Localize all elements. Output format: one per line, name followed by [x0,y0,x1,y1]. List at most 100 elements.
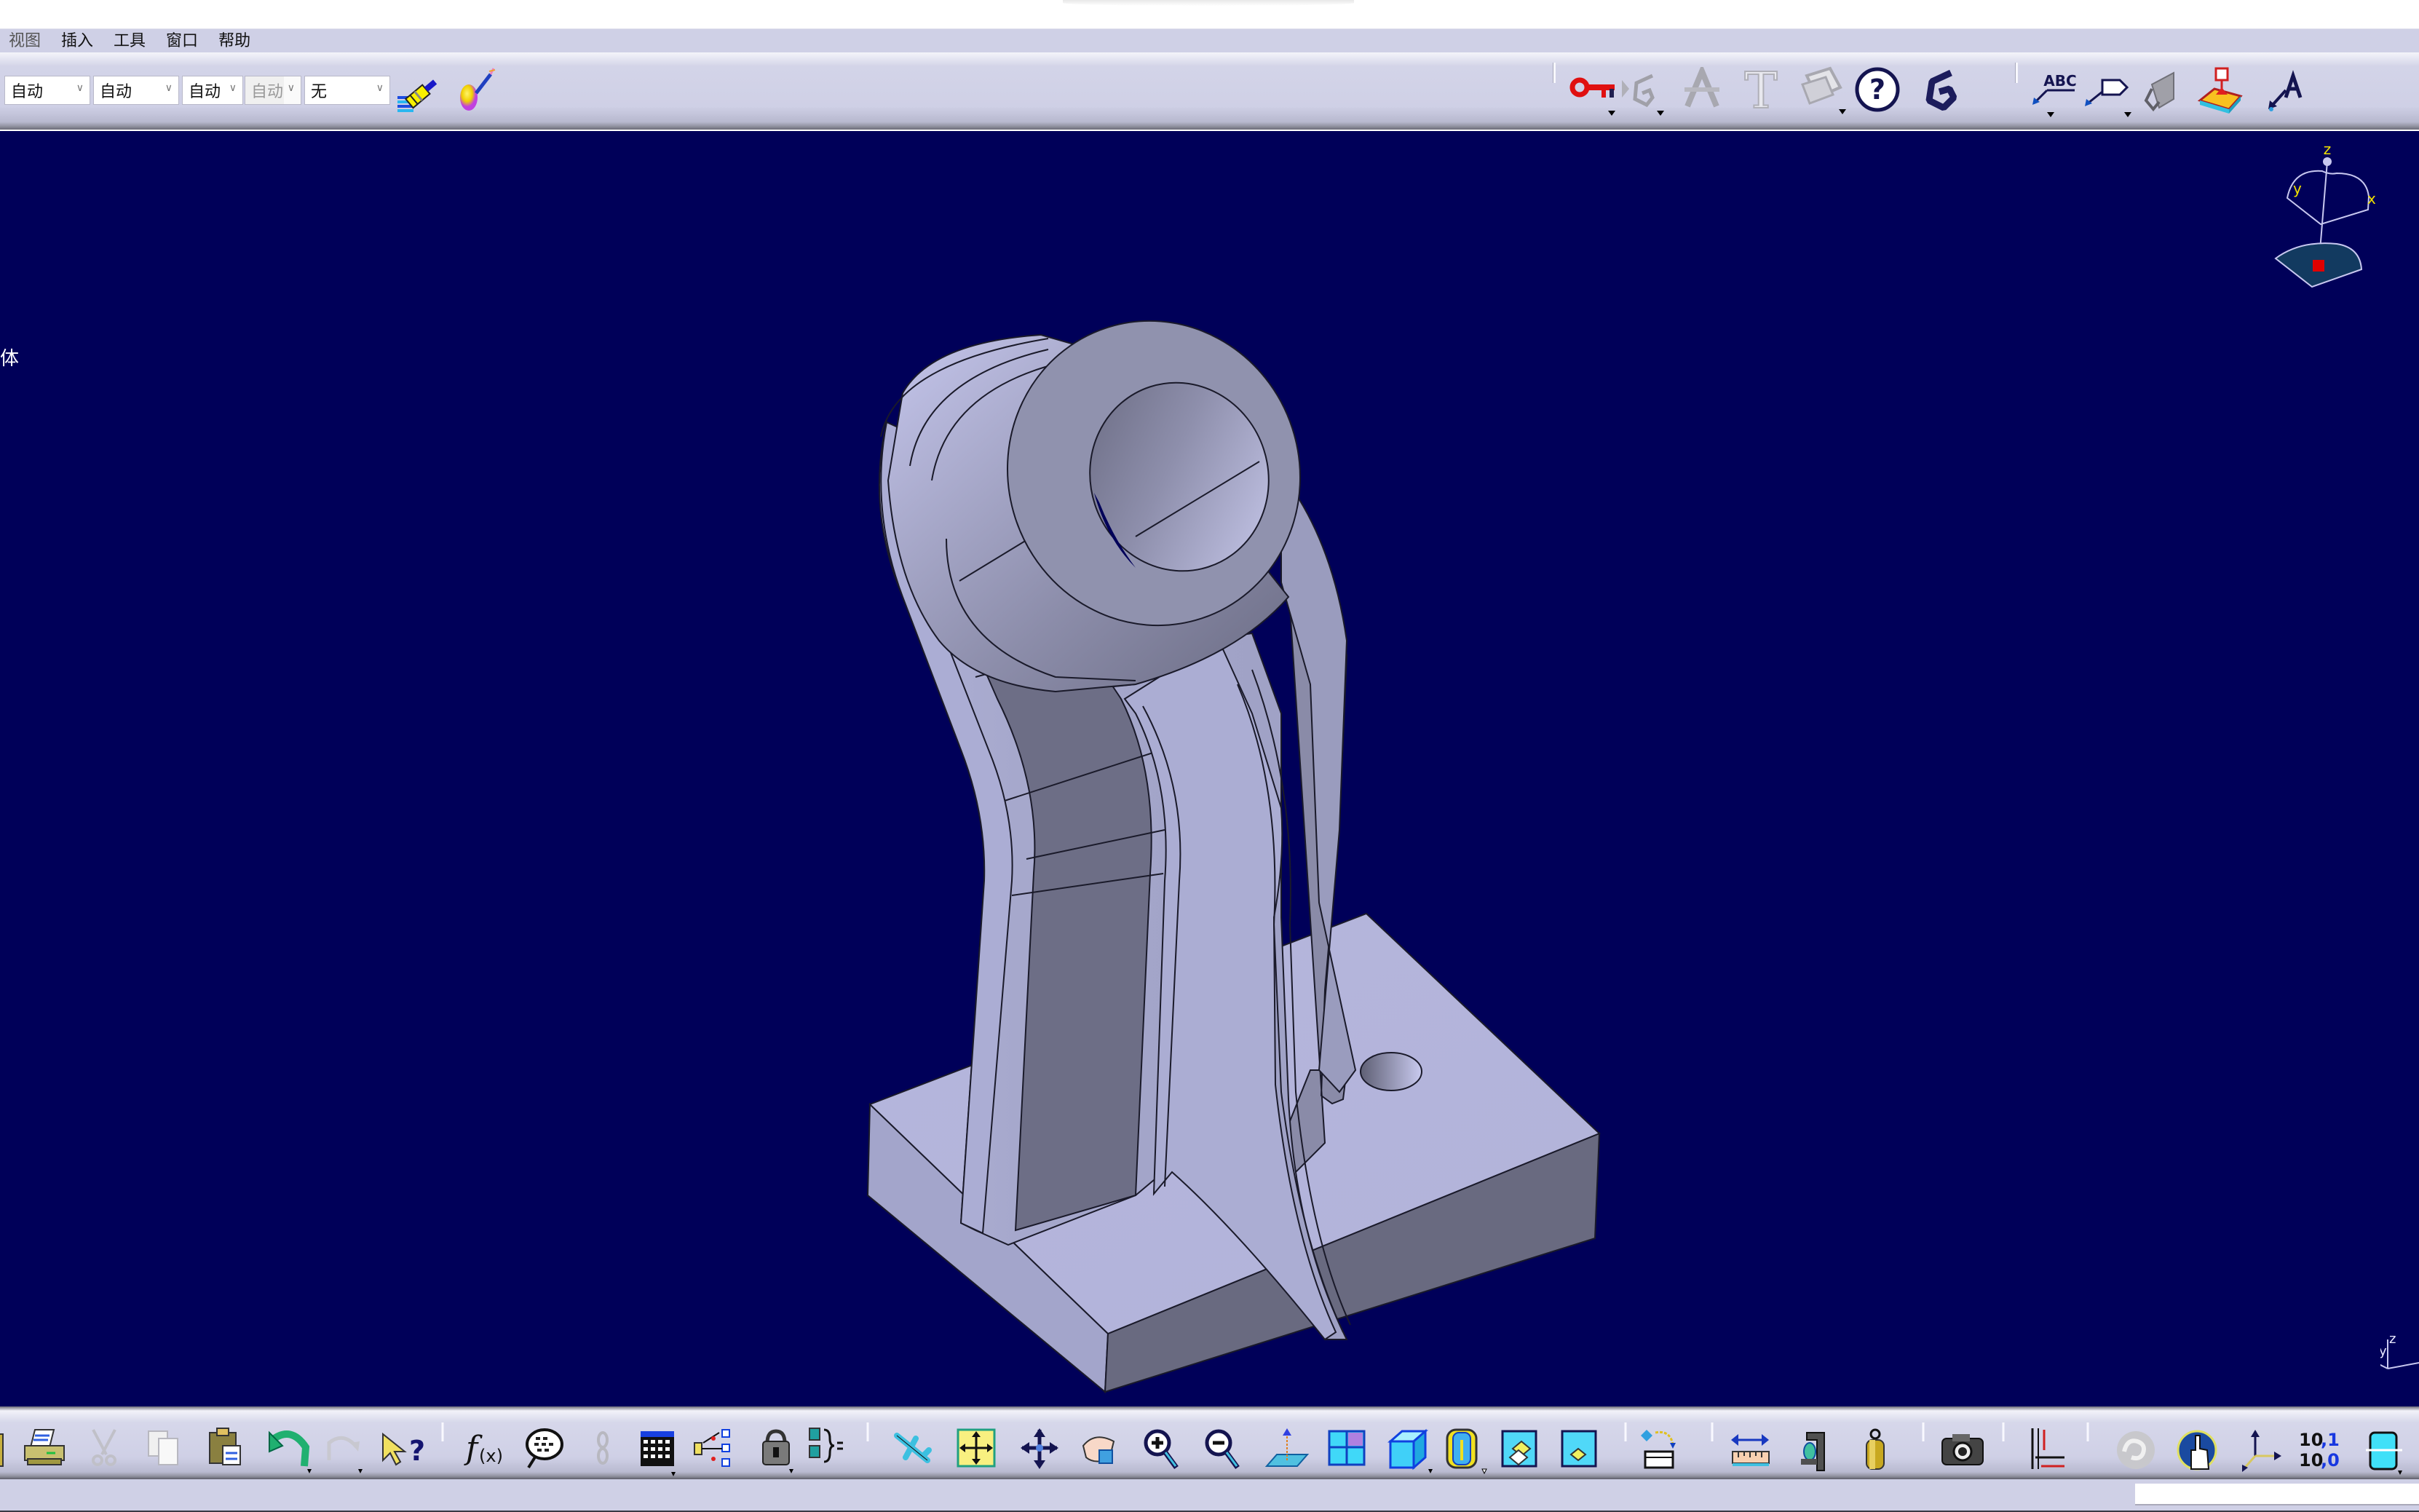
text-button: T [1738,66,1783,112]
painter-button[interactable] [396,70,441,114]
compass-origin-icon [2313,260,2324,272]
dropdown-arrow-icon [1839,109,1846,114]
menu-help[interactable]: 帮助 [208,29,261,53]
layer-combo[interactable]: 无 ∨ [304,76,390,105]
menu-view[interactable]: 视图 [0,29,51,53]
measure-between-icon[interactable] [1731,1434,1770,1466]
datum-feature-icon [2197,67,2243,114]
zoom-in-icon[interactable] [1144,1429,1179,1470]
axis-system-icon[interactable] [2242,1430,2281,1472]
apply-dress-up-icon[interactable] [2366,1431,2402,1475]
svg-text:y: y [2380,1344,2387,1359]
help-icon: ? [1855,67,1900,112]
whats-this-icon[interactable]: ? [382,1432,425,1467]
datum-feature-button[interactable] [2197,67,2245,115]
formula-icon[interactable]: f (x) [464,1430,503,1467]
color-combo[interactable]: 自动 ∨ [4,76,90,105]
units-icon[interactable]: 10,1 10,0 [2299,1430,2340,1471]
svg-text:ABC: ABC [2043,72,2076,90]
sketch-plane-icon [1801,66,1842,105]
zoom-out-icon[interactable] [1205,1429,1240,1470]
menu-insert[interactable]: 插入 [51,29,103,53]
text-icon: T [1743,66,1778,112]
knowledge-advisor-icon[interactable] [526,1428,563,1469]
scan-icon[interactable] [1641,1430,1676,1469]
pitch-button [1680,67,1724,111]
design-table-icon[interactable] [694,1429,730,1467]
bottom-toolbar: ? f (x) 10 ,1 10 ,0 [0,1406,2419,1479]
print-icon[interactable] [24,1429,65,1465]
iso-view-icon[interactable] [1387,1428,1433,1473]
svg-text:T: T [1744,66,1777,112]
capture-icon[interactable] [1941,1434,1984,1465]
fly-mode-icon[interactable] [894,1433,932,1463]
measure-item-icon[interactable] [1801,1432,1825,1471]
catalog-icon[interactable] [2117,1431,2155,1469]
sketch-plane-button [1800,66,1846,114]
layer-combo-value: 无 [311,83,328,101]
menu-window[interactable]: 窗口 [156,29,208,53]
chevron-down-icon: ∨ [165,82,173,94]
measure-inertia-icon[interactable] [1866,1428,1885,1470]
lock-icon[interactable] [762,1429,793,1473]
hide-show-icon[interactable] [1501,1430,1537,1468]
table-icon[interactable] [641,1431,676,1476]
apply-material-button[interactable] [457,67,498,114]
text-with-leader-icon: ABC [2032,72,2077,105]
datum-target-icon [2268,70,2303,111]
catia-g-icon [1925,69,1957,111]
flag-note-button[interactable] [2083,70,2131,117]
help-button[interactable]: ? [1853,66,1901,114]
paste-icon[interactable] [209,1428,241,1465]
normal-view-icon[interactable] [1264,1428,1310,1467]
transparency-combo[interactable]: 自动 ∨ [93,76,179,105]
chevron-down-icon: ∨ [76,82,84,94]
text-with-leader-button[interactable]: ABC [2031,70,2079,117]
geometry-link-icon [1622,74,1655,108]
rotate-icon[interactable] [1082,1436,1115,1464]
swap-space-icon[interactable] [1561,1430,1597,1468]
key-lock-button[interactable] [1569,70,1618,116]
menu-tools[interactable]: 工具 [103,29,156,53]
roughness-button[interactable] [2137,67,2181,115]
line-thickness-combo[interactable]: 自动 ∨ [182,76,243,105]
part-model[interactable] [0,131,2419,1406]
transparency-combo-value: 自动 [100,83,132,101]
constraints-icon[interactable] [2031,1428,2064,1469]
compass-z-label: z [2324,140,2332,158]
undo-icon[interactable] [269,1430,312,1473]
flag-note-icon [2085,79,2129,106]
chevron-down-icon: ∨ [229,82,237,94]
pan-icon[interactable] [1021,1428,1058,1469]
copy-icon [148,1430,178,1465]
view-compass[interactable]: z y x [2242,131,2419,306]
svg-text:?: ? [409,1435,425,1467]
command-input[interactable] [2135,1484,2419,1505]
catia-g-button[interactable] [1919,67,1963,112]
bottom-toolbar-icons: ? f (x) 10,1 10,0 [0,1422,2402,1476]
pitch-icon [1684,67,1719,108]
dropdown-arrow-icon [1608,111,1615,116]
datum-target-button[interactable] [2264,68,2308,114]
key-lock-icon [1569,77,1615,98]
svg-text:(x): (x) [479,1446,503,1466]
touch-icon[interactable] [2177,1430,2217,1471]
window-top-area [0,0,2419,28]
multi-view-icon[interactable] [1328,1430,1366,1466]
fit-all-icon[interactable] [957,1428,996,1468]
link-icon [597,1431,609,1465]
line-thickness-combo-value: 自动 [189,83,221,101]
chevron-down-icon: ∨ [287,82,295,94]
color-combo-value: 自动 [11,83,44,101]
svg-text:?: ? [1869,74,1885,106]
save-icon[interactable] [0,1433,4,1467]
compass-xy-arc [2286,170,2370,226]
status-bar [0,1479,2419,1512]
parameters-icon[interactable] [809,1428,843,1463]
3d-viewport[interactable]: 体 z y x z y [0,131,2419,1406]
line-type-combo: 自动 ∨ [245,76,301,105]
toolbar-separator [2015,63,2018,83]
cut-icon [92,1429,116,1466]
view-mode-icon[interactable] [1446,1428,1487,1475]
apply-material-icon [460,68,496,111]
